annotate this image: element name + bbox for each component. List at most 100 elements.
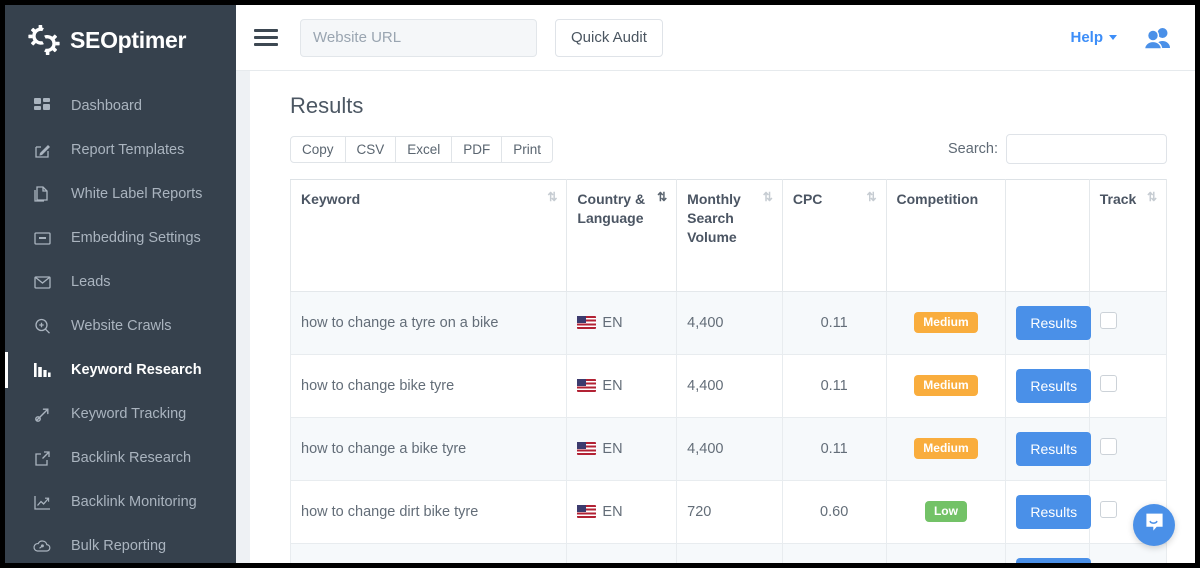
cell-cpc: 0.11 <box>782 417 886 480</box>
cell-track <box>1089 543 1166 563</box>
grid-icon <box>33 97 51 115</box>
cell-monthly-search-volume: 4,400 <box>677 291 783 354</box>
row-results-button[interactable]: Results <box>1016 306 1091 340</box>
sidebar-item-label: Backlink Monitoring <box>71 494 197 510</box>
export-copy-button[interactable]: Copy <box>290 136 346 163</box>
sidebar-item-embedding-settings[interactable]: Embedding Settings <box>5 216 236 260</box>
arrow-up-right-icon <box>33 405 51 423</box>
table-header-row: Keyword ⇅ Country & Language ⇅ <box>291 180 1167 292</box>
column-header-monthly-search-volume[interactable]: Monthly Search Volume ⇅ <box>677 180 783 292</box>
row-results-button[interactable]: Results <box>1016 495 1091 529</box>
column-label: Competition <box>897 190 996 209</box>
track-checkbox[interactable] <box>1100 312 1117 329</box>
row-results-button[interactable]: Results <box>1016 369 1091 403</box>
envelope-icon <box>33 273 51 291</box>
column-header-actions <box>1006 180 1089 292</box>
cell-monthly-search-volume: 720 <box>677 543 783 563</box>
users-icon[interactable] <box>1143 26 1173 50</box>
language-code: EN <box>602 315 622 331</box>
export-excel-button[interactable]: Excel <box>395 136 452 163</box>
sidebar-item-keyword-tracking[interactable]: Keyword Tracking <box>5 392 236 436</box>
line-chart-icon <box>33 493 51 511</box>
cell-cpc: 0.11 <box>782 291 886 354</box>
column-label: Monthly Search Volume <box>687 190 757 247</box>
sidebar-item-bulk-reporting[interactable]: Bulk Reporting <box>5 524 236 563</box>
column-header-competition[interactable]: Competition <box>886 180 1006 292</box>
row-results-button[interactable]: Results <box>1016 558 1091 563</box>
competition-badge: Medium <box>914 312 977 333</box>
sidebar-nav: Dashboard Report Templates White Label R… <box>5 84 236 563</box>
column-header-cpc[interactable]: CPC ⇅ <box>782 180 886 292</box>
top-bar-right: Help <box>1070 26 1173 50</box>
cell-country-language: EN <box>567 291 677 354</box>
export-print-button[interactable]: Print <box>501 136 553 163</box>
language-code: EN <box>602 441 622 457</box>
cell-keyword: how to change bike tyre <box>291 354 567 417</box>
column-header-keyword[interactable]: Keyword ⇅ <box>291 180 567 292</box>
sort-icon: ⇅ <box>1147 191 1156 203</box>
table-row: how to change a bike tyreEN4,4000.11Medi… <box>291 417 1167 480</box>
language-code: EN <box>602 504 622 520</box>
track-checkbox[interactable] <box>1100 438 1117 455</box>
cell-keyword: how to change a bike tyre <box>291 417 567 480</box>
hamburger-icon[interactable] <box>254 28 278 48</box>
content-area: Results Copy CSV Excel PDF Print Search: <box>236 71 1195 563</box>
sidebar-item-backlink-monitoring[interactable]: Backlink Monitoring <box>5 480 236 524</box>
sidebar-item-report-templates[interactable]: Report Templates <box>5 128 236 172</box>
sidebar-item-white-label-reports[interactable]: White Label Reports <box>5 172 236 216</box>
export-button-group: Copy CSV Excel PDF Print <box>290 136 552 163</box>
column-header-country-language[interactable]: Country & Language ⇅ <box>567 180 677 292</box>
row-results-button[interactable]: Results <box>1016 432 1091 466</box>
column-label: Country & Language <box>577 190 651 228</box>
cell-cpc: 0.60 <box>782 480 886 543</box>
sidebar-item-label: Leads <box>71 274 111 290</box>
search-input[interactable] <box>1006 134 1167 164</box>
bar-chart-icon <box>33 361 51 379</box>
sort-icon: ⇅ <box>763 191 772 203</box>
table-body: how to change a tyre on a bikeEN4,4000.1… <box>291 291 1167 563</box>
competition-badge: Medium <box>914 375 977 396</box>
website-url-input[interactable] <box>300 19 537 57</box>
gear-logo-icon <box>27 23 61 57</box>
chat-bubble-icon <box>1144 512 1165 538</box>
table-row: how to change a dirt bike tyreEN7200.60L… <box>291 543 1167 563</box>
export-csv-button[interactable]: CSV <box>345 136 397 163</box>
cell-keyword: how to change a tyre on a bike <box>291 291 567 354</box>
sidebar-item-label: Embedding Settings <box>71 230 201 246</box>
sidebar-item-backlink-research[interactable]: Backlink Research <box>5 436 236 480</box>
quick-audit-button[interactable]: Quick Audit <box>555 19 663 57</box>
cell-cpc: 0.11 <box>782 354 886 417</box>
brand-name: SEOptimer <box>70 27 186 54</box>
search-label: Search: <box>948 141 998 157</box>
help-dropdown[interactable]: Help <box>1070 29 1117 46</box>
brand-logo-area[interactable]: SEOptimer <box>5 5 236 75</box>
competition-badge: Medium <box>914 438 977 459</box>
track-checkbox[interactable] <box>1100 375 1117 392</box>
chat-launcher-button[interactable] <box>1133 504 1175 546</box>
help-label: Help <box>1070 29 1103 46</box>
cell-country-language: EN <box>567 354 677 417</box>
column-header-track[interactable]: Track ⇅ <box>1089 180 1166 292</box>
sort-icon: ⇅ <box>547 191 556 203</box>
pencil-square-icon <box>33 141 51 159</box>
sidebar-item-dashboard[interactable]: Dashboard <box>5 84 236 128</box>
cell-competition: Medium <box>886 354 1006 417</box>
sidebar-item-label: Keyword Tracking <box>71 406 186 422</box>
us-flag-icon <box>577 442 596 455</box>
sidebar-item-website-crawls[interactable]: Website Crawls <box>5 304 236 348</box>
results-panel: Results Copy CSV Excel PDF Print Search: <box>250 71 1195 563</box>
sidebar-item-leads[interactable]: Leads <box>5 260 236 304</box>
sidebar-item-label: Dashboard <box>71 98 142 114</box>
sidebar-item-keyword-research[interactable]: Keyword Research <box>5 348 236 392</box>
track-checkbox[interactable] <box>1100 501 1117 518</box>
cell-actions: Results <box>1006 354 1089 417</box>
cell-monthly-search-volume: 4,400 <box>677 354 783 417</box>
results-table: Keyword ⇅ Country & Language ⇅ <box>290 179 1167 563</box>
main-area: Quick Audit Help Result <box>236 5 1195 563</box>
export-pdf-button[interactable]: PDF <box>451 136 502 163</box>
top-bar: Quick Audit Help <box>236 5 1195 71</box>
sidebar-item-label: Report Templates <box>71 142 184 158</box>
cell-actions: Results <box>1006 543 1089 563</box>
cell-actions: Results <box>1006 480 1089 543</box>
table-controls: Copy CSV Excel PDF Print Search: <box>290 134 1167 164</box>
